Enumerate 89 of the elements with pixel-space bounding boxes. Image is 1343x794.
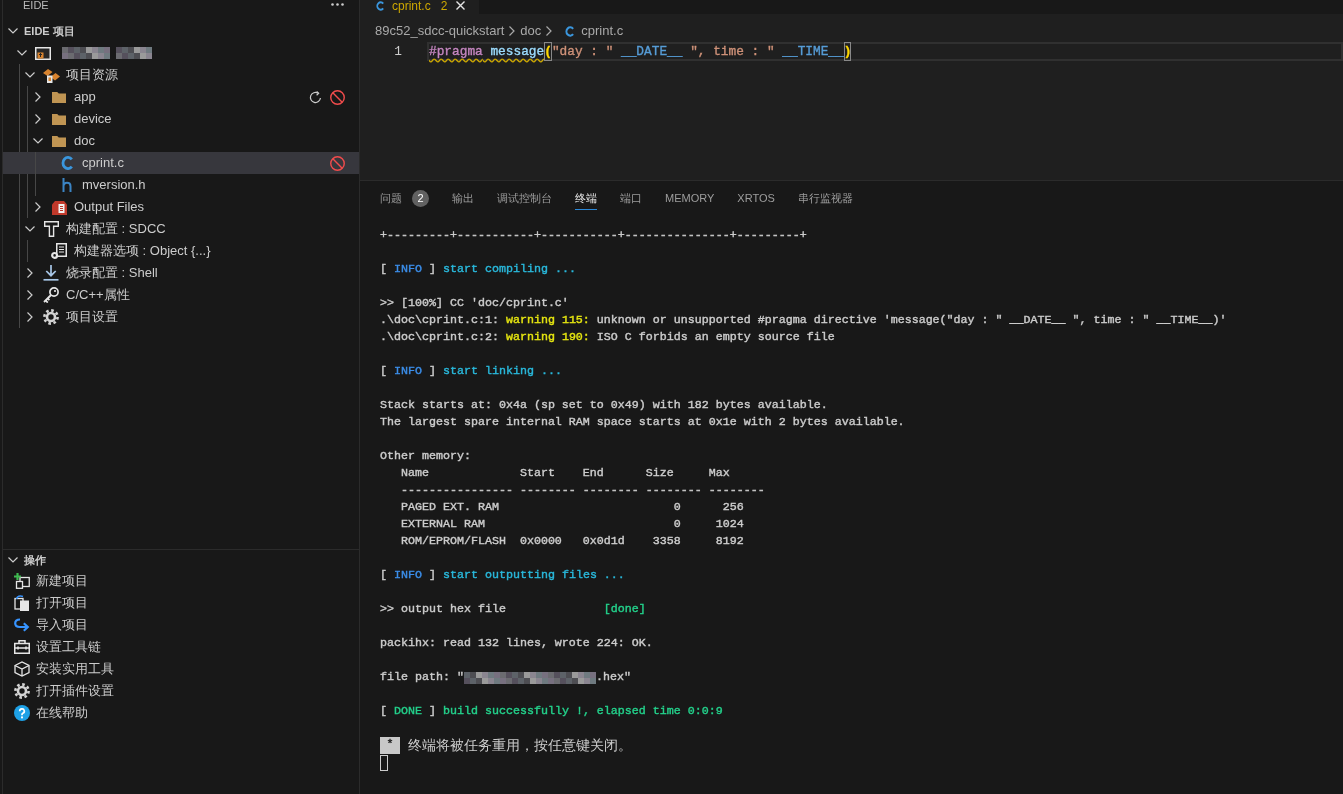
package-icon bbox=[14, 661, 30, 677]
tree-item[interactable]: 构建器选项 : Object {...} bbox=[3, 240, 359, 262]
terminal-line: .\doc\cprint.c:2: warning 190: ISO C forbids an empty source file bbox=[380, 329, 836, 346]
operation-item[interactable]: 在线帮助 bbox=[3, 702, 359, 724]
prohibited-icon[interactable] bbox=[330, 89, 345, 105]
terminal-line: Other memory: bbox=[380, 448, 472, 465]
terminal-line: The largest spare internal RAM space starts at 0x1e with 2 bytes available. bbox=[380, 414, 906, 431]
terminal-line: [ INFO ] start outputting files ... bbox=[380, 567, 626, 584]
terminal-line: PAGED EXT. RAM 0 256 bbox=[400, 499, 745, 516]
section-header[interactable]: 操作 bbox=[3, 550, 359, 570]
help-icon bbox=[14, 705, 30, 721]
tree-item[interactable]: 项目设置 bbox=[3, 306, 359, 328]
gear-icon bbox=[14, 683, 30, 699]
blocks-icon bbox=[42, 67, 60, 83]
operation-item[interactable]: 设置工具链 bbox=[3, 636, 359, 658]
folder-icon bbox=[52, 91, 66, 103]
more-icon[interactable] bbox=[331, 3, 344, 6]
terminal-line: EXTERNAL RAM 0 1024 bbox=[400, 516, 745, 533]
tree-item[interactable]: 构建配置 : SDCC bbox=[3, 218, 359, 240]
prohibited-icon[interactable] bbox=[330, 155, 345, 171]
refresh-icon[interactable] bbox=[309, 90, 322, 104]
folder-icon bbox=[52, 113, 66, 125]
documents-icon bbox=[14, 595, 30, 611]
terminal-cursor bbox=[380, 754, 388, 771]
terminal-line: Name Start End Size Max bbox=[400, 465, 731, 482]
gear-icon bbox=[43, 309, 59, 325]
terminal-line: ---------------- -------- -------- -------- -------- bbox=[400, 482, 766, 499]
operation-item[interactable]: 打开插件设置 bbox=[3, 680, 359, 702]
hammer-icon bbox=[43, 221, 59, 237]
header-file-icon bbox=[62, 178, 72, 192]
terminal-line: packihx: read 132 lines, wrote 224: OK. bbox=[380, 635, 654, 652]
tree-item[interactable]: app bbox=[3, 86, 359, 108]
panel-tab[interactable]: 输出 bbox=[452, 188, 474, 210]
terminal-message: 终端将被任务重用，按任意键关闭。 bbox=[408, 737, 632, 754]
problem-count: 2 bbox=[440, 0, 448, 12]
panel-tab[interactable]: 端口 bbox=[620, 188, 642, 210]
download-icon bbox=[43, 265, 59, 281]
window-icon bbox=[35, 46, 51, 60]
chevron-right-icon bbox=[546, 26, 553, 36]
terminal-line: [ INFO ] start linking ... bbox=[380, 363, 563, 380]
operation-item[interactable]: 新建项目 bbox=[3, 570, 359, 592]
line-number: 1 bbox=[394, 44, 402, 59]
tree-item[interactable]: cprint.c bbox=[3, 152, 359, 174]
terminal-line: +---------+-----------+-----------+---------------+---------+ bbox=[380, 227, 808, 244]
breadcrumb-item[interactable]: 89c52_sdcc-quickstart bbox=[375, 21, 505, 41]
archive-icon bbox=[51, 199, 67, 215]
c-file-icon bbox=[61, 156, 73, 170]
operation-item[interactable]: 打开项目 bbox=[3, 592, 359, 614]
tree-item[interactable]: Output Files bbox=[3, 196, 359, 218]
panel-tab[interactable]: 终端 bbox=[575, 188, 597, 210]
terminal-line: Stack starts at: 0x4a (sp set to 0x49) with 182 bytes available. bbox=[380, 397, 829, 414]
curved-arrow-icon bbox=[14, 617, 30, 633]
terminal-line: .\doc\cprint.c:1: warning 115: unknown or unsupported #pragma directive 'message("day : " __DATE__ ", time : " __TIME__)' bbox=[380, 312, 1228, 329]
tree-item[interactable]: 烧录配置 : Shell bbox=[3, 262, 359, 284]
panel-tab[interactable]: 问题 2 bbox=[380, 188, 429, 210]
operation-item[interactable]: 安装实用工具 bbox=[3, 658, 359, 680]
editor-tab[interactable]: cprint.c 2 bbox=[360, 0, 479, 14]
copy-plus-icon bbox=[14, 573, 30, 589]
breadcrumb-item[interactable]: cprint.c bbox=[581, 21, 624, 41]
document-icon bbox=[51, 243, 67, 259]
operation-item[interactable]: 导入项目 bbox=[3, 614, 359, 636]
task-marker: * bbox=[380, 737, 400, 754]
view-title: EIDE bbox=[23, 0, 49, 11]
panel-tab[interactable]: MEMORY bbox=[665, 188, 715, 210]
terminal-line: [ INFO ] start compiling ... bbox=[380, 261, 577, 278]
toolbox-icon bbox=[14, 640, 30, 654]
c-file-icon bbox=[565, 25, 575, 37]
close-icon[interactable] bbox=[456, 1, 466, 10]
tree-item[interactable]: C/C++属性 bbox=[3, 284, 359, 306]
folder-icon bbox=[52, 135, 66, 147]
breadcrumb-item[interactable]: doc bbox=[520, 21, 542, 41]
key-icon bbox=[43, 287, 59, 303]
terminal-text: .hex" bbox=[595, 669, 631, 686]
panel-tab[interactable]: XRTOS bbox=[737, 188, 775, 210]
terminal-line: >> output hex file [done] bbox=[380, 601, 647, 618]
panel-tab[interactable]: 串行监视器 bbox=[797, 188, 853, 210]
tree-item[interactable]: device bbox=[3, 108, 359, 130]
tree-item[interactable]: mversion.h bbox=[3, 174, 359, 196]
count-badge: 2 bbox=[412, 190, 429, 207]
c-file-icon bbox=[376, 1, 384, 11]
terminal-line: [ DONE ] build successfully !, elapsed time 0:0:9 bbox=[380, 703, 724, 720]
panel-tab[interactable]: 调试控制台 bbox=[497, 188, 552, 210]
tree-item[interactable]: 项目资源 bbox=[3, 64, 359, 86]
terminal-text: file path: " bbox=[380, 669, 464, 686]
chevron-right-icon bbox=[509, 26, 516, 36]
tree-item[interactable]: doc bbox=[3, 130, 359, 152]
terminal-line: ROM/EPROM/FLASH 0x0000 0x0d1d 3358 8192 bbox=[400, 533, 745, 550]
section-header[interactable]: EIDE 项目 bbox=[3, 20, 359, 42]
terminal-line: >> [100%] CC 'doc/cprint.c' bbox=[380, 295, 570, 312]
